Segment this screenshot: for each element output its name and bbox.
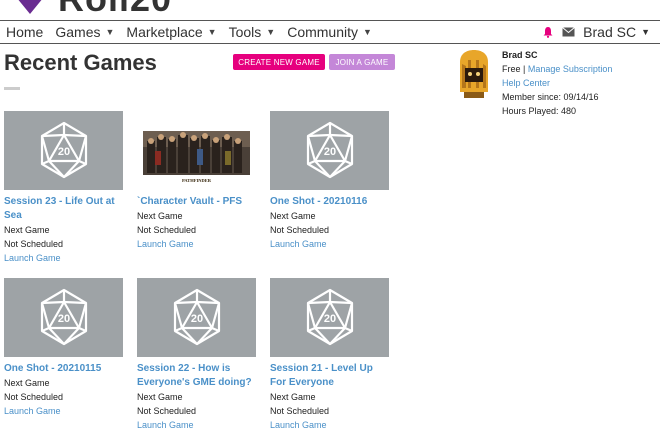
user-menu[interactable]: Brad SC ▼ (583, 24, 650, 40)
schedule-status: Not Scheduled (270, 225, 330, 235)
game-title-link[interactable]: Session 23 - Life Out at Sea (4, 195, 122, 223)
notification-bell-icon[interactable] (542, 26, 554, 38)
plan-separator: | (520, 64, 528, 74)
hours-played: Hours Played: 480 (502, 106, 577, 116)
d20-icon: 20 (173, 288, 221, 346)
launch-game-link[interactable]: Launch Game (137, 418, 257, 432)
schedule-status: Not Scheduled (137, 225, 197, 235)
d20-label: 20 (324, 146, 336, 158)
game-card[interactable]: 20 Session 22 - How is Everyone's GME do… (137, 278, 257, 432)
launch-game-link[interactable]: Launch Game (4, 251, 124, 265)
d20-icon: 20 (306, 288, 354, 346)
chevron-down-icon: ▼ (363, 27, 372, 37)
chevron-down-icon: ▼ (266, 27, 276, 37)
chevron-down-icon: ▼ (207, 27, 217, 37)
game-cover-image: PATHFINDER (137, 111, 256, 190)
d20-icon: 20 (40, 121, 88, 179)
schedule-status: Not Scheduled (270, 406, 330, 416)
d20-label: 20 (58, 146, 70, 158)
main-navbar: Home Games ▼ Marketplace ▼ Tools ▼ Communit… (0, 20, 660, 44)
page-title: Recent Games (4, 50, 157, 75)
launch-game-link[interactable]: Launch Game (270, 418, 390, 432)
d20-label: 20 (191, 313, 203, 325)
game-thumbnail[interactable]: 20 (270, 278, 389, 357)
nav-marketplace-label: Marketplace (126, 24, 203, 40)
next-game-label: Next Game (4, 225, 50, 235)
member-since: Member since: 09/14/16 (502, 92, 599, 102)
nav-community-label: Community (287, 24, 358, 40)
next-game-label: Next Game (137, 211, 183, 221)
profile-plan: Free (502, 64, 521, 74)
next-game-label: Next Game (270, 392, 316, 402)
logo-text[interactable]: Roll20 (58, 0, 172, 20)
profile-name: Brad SC (502, 50, 538, 60)
chevron-down-icon: ▼ (105, 27, 115, 37)
join-game-button[interactable]: JOIN A GAME (329, 54, 395, 70)
schedule-status: Not Scheduled (137, 406, 197, 416)
nav-marketplace[interactable]: Marketplace ▼ (120, 24, 222, 40)
nav-home[interactable]: Home (0, 24, 49, 40)
profile-info: Brad SC Free | Manage Subscription Help … (502, 48, 612, 118)
chevron-down-icon: ▼ (641, 27, 650, 37)
mail-icon[interactable] (562, 27, 575, 37)
create-new-game-button[interactable]: CREATE NEW GAME (233, 54, 325, 70)
next-game-label: Next Game (270, 211, 316, 221)
game-title-link[interactable]: Session 22 - How is Everyone's GME doing… (137, 362, 255, 390)
manage-subscription-link[interactable]: Manage Subscription (528, 64, 613, 74)
nav-games[interactable]: Games ▼ (49, 24, 120, 40)
avatar[interactable] (454, 48, 494, 98)
schedule-status: Not Scheduled (4, 239, 64, 249)
profile-plan-row: Free | Manage Subscription (502, 62, 612, 76)
next-game-label: Next Game (137, 392, 183, 402)
title-underline (4, 87, 20, 90)
logo-strip: Roll20 (0, 0, 660, 20)
game-thumbnail[interactable]: 20 (137, 278, 256, 357)
game-title-link[interactable]: Session 21 - Level Up For Everyone (270, 362, 388, 390)
game-title-link[interactable]: One Shot - 20210115 (4, 362, 122, 376)
help-center-link[interactable]: Help Center (502, 76, 612, 90)
d20-label: 20 (58, 313, 70, 325)
game-card[interactable]: 20 One Shot - 20210115 Next Game Not Sched… (4, 278, 124, 418)
game-thumbnail[interactable]: 20 (4, 278, 123, 357)
game-cover-caption: PATHFINDER (182, 178, 212, 183)
nav-tools[interactable]: Tools ▼ (223, 24, 282, 40)
game-thumbnail[interactable]: 20 (270, 111, 389, 190)
schedule-status: Not Scheduled (4, 392, 64, 402)
game-card[interactable]: 20 Session 23 - Life Out at Sea Next Game… (4, 111, 124, 265)
launch-game-link[interactable]: Launch Game (270, 237, 390, 251)
nav-right-group: Brad SC ▼ (542, 21, 650, 43)
nav-games-label: Games (55, 24, 101, 40)
nav-tools-label: Tools (228, 24, 262, 40)
user-menu-label: Brad SC (583, 24, 637, 40)
game-card[interactable]: PATHFINDER `Character Vault - PFS Next Ga… (137, 111, 257, 251)
game-thumbnail[interactable]: PATHFINDER (137, 111, 256, 190)
game-thumbnail[interactable]: 20 (4, 111, 123, 190)
game-title-link[interactable]: `Character Vault - PFS (137, 195, 255, 209)
nav-community[interactable]: Community ▼ (281, 24, 378, 40)
nav-home-label: Home (6, 24, 44, 40)
next-game-label: Next Game (4, 378, 50, 388)
launch-game-link[interactable]: Launch Game (137, 237, 257, 251)
game-card[interactable]: 20 Session 21 - Level Up For Everyone Nex… (270, 278, 390, 432)
d20-icon: 20 (306, 121, 354, 179)
game-card[interactable]: 20 One Shot - 20210116 Next Game Not Sched… (270, 111, 390, 251)
game-title-link[interactable]: One Shot - 20210116 (270, 195, 388, 209)
d20-label: 20 (324, 313, 336, 325)
roll20-logo-icon[interactable] (8, 0, 52, 16)
d20-icon: 20 (40, 288, 88, 346)
launch-game-link[interactable]: Launch Game (4, 404, 124, 418)
